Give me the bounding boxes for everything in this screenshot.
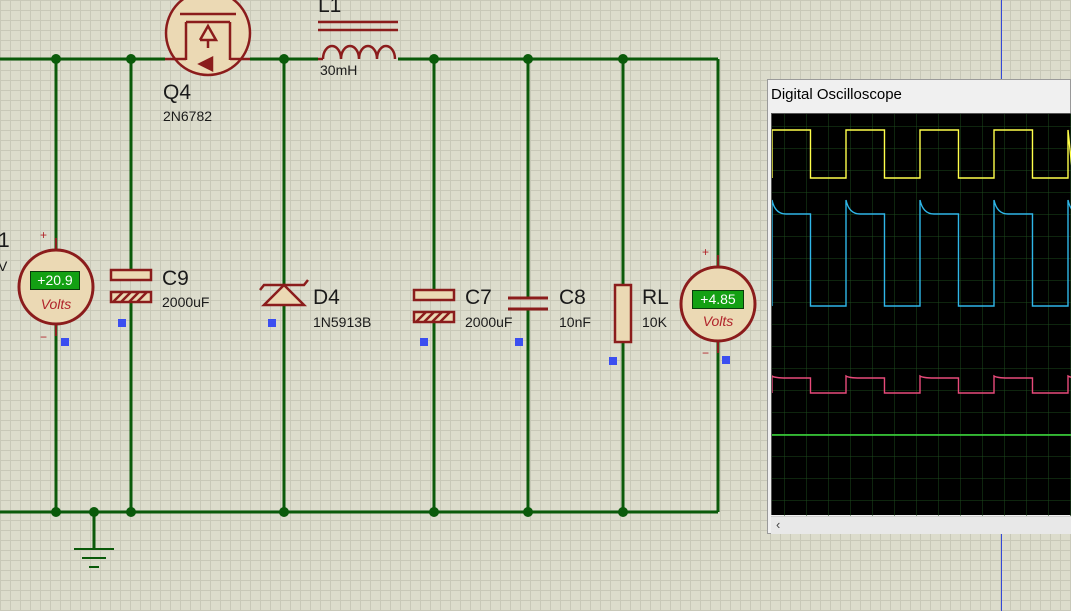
rl-pin[interactable]: [609, 357, 617, 365]
left-meter-unit: Volts: [40, 296, 72, 312]
rl-ref-label: RL: [642, 286, 669, 309]
c8-value-label: 10nF: [559, 314, 591, 330]
q4-ref-label: Q4: [163, 81, 192, 104]
wires: [0, 57, 720, 548]
q4-value-label: 2N6782: [163, 108, 213, 124]
ground-symbol[interactable]: [74, 548, 114, 568]
d4-zener-symbol[interactable]: [259, 279, 309, 307]
c8-capacitor-symbol[interactable]: [508, 296, 548, 311]
right-meter-unit: Volts: [702, 313, 734, 329]
oscilloscope-screen[interactable]: [771, 113, 1071, 516]
c7-pin[interactable]: [420, 338, 428, 346]
right-meter-minus: −: [702, 346, 710, 360]
v-left-ref-label: 1: [0, 229, 10, 252]
oscilloscope-traces: [771, 114, 1071, 516]
c8-ref-label: C8: [559, 286, 586, 309]
d4-ref-label: D4: [313, 286, 340, 309]
oscilloscope-window[interactable]: Digital Oscilloscope ‹: [767, 79, 1071, 534]
oscilloscope-title: Digital Oscilloscope: [771, 86, 902, 103]
d4-value-label: 1N5913B: [313, 314, 372, 330]
l1-value-label: 30mH: [320, 62, 358, 78]
c9-ref-label: C9: [162, 267, 189, 290]
right-meter-reading: +4.85: [692, 290, 744, 309]
v-left-value-label: V: [0, 258, 8, 274]
c7-capacitor-symbol[interactable]: [412, 288, 456, 324]
c7-ref-label: C7: [465, 286, 492, 309]
left-meter-minus: −: [40, 330, 48, 344]
rl-value-label: 10K: [642, 314, 667, 330]
left-meter-reading: +20.9: [30, 271, 80, 290]
scroll-left-arrow-icon[interactable]: ‹: [776, 517, 780, 532]
c7-value-label: 2000uF: [465, 314, 513, 330]
rl-resistor-symbol[interactable]: [613, 283, 633, 344]
d4-pin[interactable]: [268, 319, 276, 327]
oscilloscope-scrollbar[interactable]: ‹: [771, 516, 1071, 534]
right-meter-plus: +: [702, 245, 710, 259]
left-meter-plus: +: [40, 228, 48, 242]
l1-ref-label: L1: [318, 0, 342, 17]
q4-mosfet-symbol[interactable]: [164, 0, 252, 77]
c9-capacitor-symbol[interactable]: [109, 268, 153, 304]
l1-inductor-symbol[interactable]: [318, 20, 398, 61]
c8-pin[interactable]: [515, 338, 523, 346]
left-meter-pin[interactable]: [61, 338, 69, 346]
c9-value-label: 2000uF: [162, 294, 210, 310]
scope-grid: [772, 114, 1071, 516]
c9-pin[interactable]: [118, 319, 126, 327]
right-meter-pin[interactable]: [722, 356, 730, 364]
